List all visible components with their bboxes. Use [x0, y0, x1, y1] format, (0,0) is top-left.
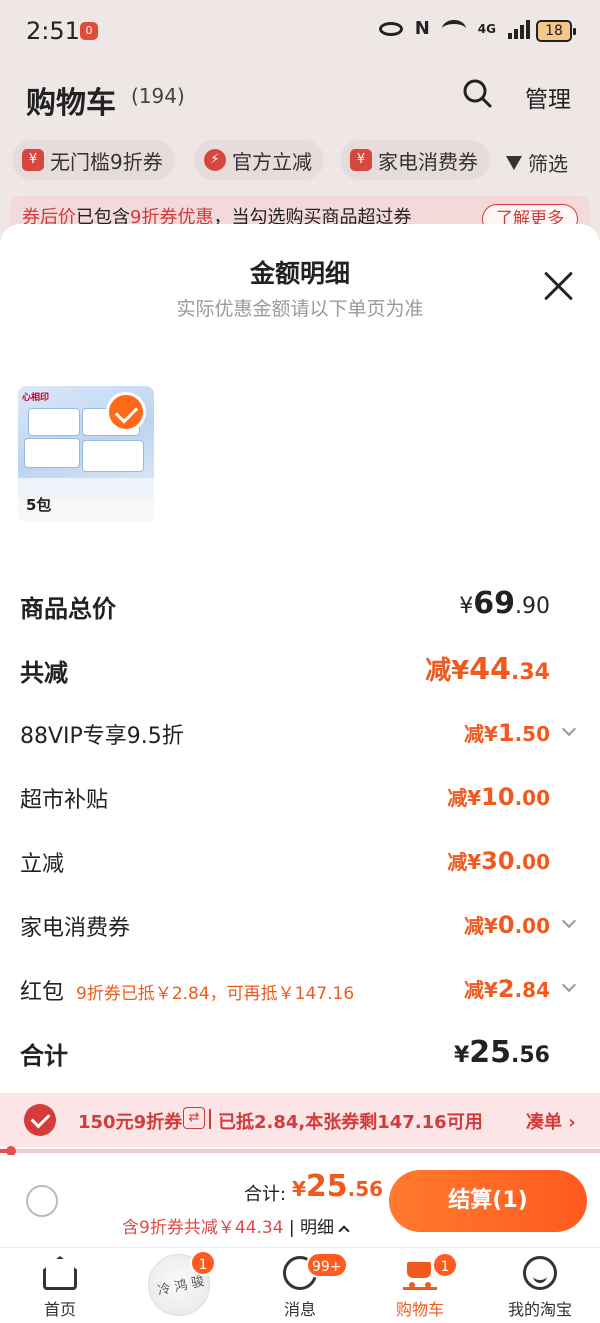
status-bar: 2:51 0 N 4G 18 [0, 0, 600, 64]
tab-label: 消息 [283, 1300, 316, 1319]
close-icon[interactable] [543, 270, 575, 302]
tab-avatar[interactable]: 冷 鸿 骏 1 [120, 1248, 240, 1323]
instant-discount-label: 立减 [20, 852, 65, 877]
checkout-button[interactable]: 结算(1) [389, 1170, 587, 1232]
tab-messages[interactable]: 99+ 消息 [240, 1248, 360, 1323]
appliance-voucher-value: 减¥0.00 [463, 911, 550, 939]
home-icon [43, 1256, 77, 1290]
supermarket-subsidy-value: 减¥10.00 [447, 783, 550, 811]
chip-label: 无门槛9折券 [50, 149, 163, 174]
coupon-icon: ¥ [22, 149, 44, 171]
tab-cart[interactable]: 1 购物车 [360, 1248, 480, 1323]
select-all-radio[interactable] [26, 1185, 58, 1217]
eye-icon [378, 21, 403, 36]
pack-count: 5包 [26, 496, 52, 514]
network-label: 4G [477, 21, 496, 36]
red-packet-value: 减¥2.84 [463, 975, 550, 1003]
chevron-down-icon[interactable] [561, 721, 577, 737]
tab-badge: 1 [190, 1250, 216, 1276]
coupon-progress-bar [0, 1146, 600, 1156]
tab-label: 我的淘宝 [507, 1300, 572, 1319]
coupon-strip: 150元9折券 ⇄ 已抵2.84,本张券剩147.16可用 凑单 › [0, 1093, 600, 1147]
chevron-down-icon[interactable] [561, 977, 577, 993]
manage-button[interactable]: 管理 [525, 80, 571, 114]
total-price-value: ¥69.90 [459, 586, 550, 621]
red-packet-label: 红包 9折券已抵￥2.84，可再抵￥147.16 [20, 980, 355, 1005]
chevron-down-icon[interactable] [561, 913, 577, 929]
filter-label: 筛选 [528, 152, 568, 176]
tab-label: 购物车 [395, 1300, 444, 1319]
swap-icon[interactable]: ⇄ [183, 1107, 205, 1129]
brand-logo: 心相印 [22, 393, 50, 403]
bolt-icon: ⚡ [204, 149, 226, 171]
cart-header: 购物车 (194) 管理 [0, 64, 600, 130]
add-items-link[interactable]: 凑单 › [526, 1108, 576, 1134]
instant-discount-value: 减¥30.00 [447, 847, 550, 875]
page-title: 购物车 [26, 86, 116, 121]
bottom-tab-bar: 首页 冷 鸿 骏 1 99+ 消息 1 购物车 我的淘宝 [0, 1247, 600, 1323]
tab-badge: 99+ [306, 1252, 348, 1278]
nfc-icon: N [414, 18, 430, 39]
tab-home[interactable]: 首页 [0, 1248, 120, 1323]
sheet-title: 金额明细 [249, 259, 350, 288]
search-icon[interactable] [462, 78, 492, 108]
chip-appliance-voucher[interactable]: ¥ 家电消费券 [340, 140, 490, 180]
red-packet-note: 9折券已抵￥2.84，可再抵￥147.16 [76, 984, 355, 1004]
sum-value: ¥25.56 [453, 1035, 550, 1070]
chip-no-threshold-coupon[interactable]: ¥ 无门槛9折券 [12, 140, 175, 180]
total-label: 合计: [244, 1184, 287, 1205]
coupon-icon: ¥ [350, 149, 372, 171]
vip-discount-value: 减¥1.50 [463, 719, 550, 747]
battery-icon: 18 [536, 20, 576, 42]
total-amount: ¥25.56 [292, 1169, 384, 1204]
status-time: 2:51 [26, 17, 80, 45]
tab-my-taobao[interactable]: 我的淘宝 [480, 1248, 600, 1323]
detail-toggle[interactable]: | 明细 [283, 1218, 350, 1238]
total-reduction-label: 共减 [20, 659, 68, 687]
product-selected-check-icon[interactable] [106, 392, 146, 432]
cart-count: (194) [131, 84, 185, 108]
filter-chips: ¥ 无门槛9折券 ⚡ 官方立减 ¥ 家电消费券 筛选 [0, 132, 600, 190]
appliance-voucher-label: 家电消费券 [20, 916, 131, 941]
notification-badge: 0 [80, 22, 98, 40]
coupon-label: 150元9折券 [78, 1112, 183, 1133]
coupon-info: 已抵2.84,本张券剩147.16可用 [218, 1112, 483, 1133]
funnel-icon [506, 155, 522, 170]
status-icons: N 4G [378, 18, 530, 39]
signal-icon [508, 19, 530, 39]
coupon-check-icon[interactable] [24, 1104, 56, 1136]
filter-button[interactable]: 筛选 [506, 148, 568, 177]
divider [209, 1109, 211, 1129]
vip-discount-label: 88VIP专享9.5折 [20, 724, 184, 749]
tab-badge: 1 [432, 1252, 458, 1278]
sheet-subtitle: 实际优惠金额请以下单页为准 [176, 298, 424, 320]
total-reduction-value: 减¥44.34 [425, 652, 550, 687]
sum-label: 合计 [20, 1042, 68, 1070]
chevron-up-icon [338, 1225, 350, 1237]
chip-official-discount[interactable]: ⚡ 官方立减 [194, 140, 324, 180]
tab-label: 首页 [43, 1300, 76, 1319]
total-price-label: 商品总价 [20, 595, 116, 623]
discount-summary: 含9折券共减￥44.34 | 明细 [122, 1213, 350, 1238]
checkout-bar: 合计: ¥25.56 含9折券共减￥44.34 | 明细 结算(1) [0, 1155, 600, 1247]
wifi-icon [441, 19, 466, 38]
smile-icon [523, 1256, 557, 1290]
supermarket-subsidy-label: 超市补贴 [20, 788, 109, 813]
chip-label: 家电消费券 [378, 149, 478, 174]
chip-label: 官方立减 [232, 149, 312, 174]
